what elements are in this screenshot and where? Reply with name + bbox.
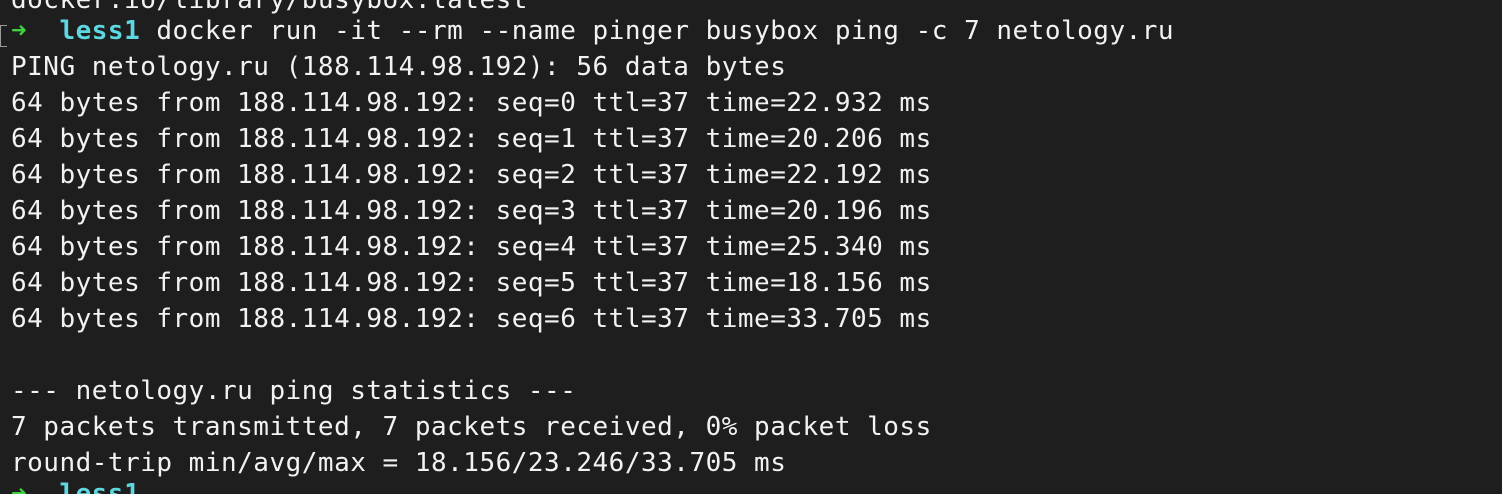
ping-reply-line: 64 bytes from 188.114.98.192: seq=5 ttl=… bbox=[11, 268, 932, 298]
prompt-arrow-icon: ➜ bbox=[11, 16, 28, 46]
ping-reply-line: 64 bytes from 188.114.98.192: seq=6 ttl=… bbox=[11, 304, 932, 334]
ping-reply-line: 64 bytes from 188.114.98.192: seq=3 ttl=… bbox=[11, 196, 932, 226]
prompt-directory: less1 bbox=[59, 16, 141, 46]
packets-summary: 7 packets transmitted, 7 packets receive… bbox=[11, 412, 932, 442]
terminal-window[interactable]: docker.io/library/busybox:latest ➜ less1… bbox=[0, 0, 1502, 494]
prompt-directory: less1 bbox=[59, 479, 141, 494]
ping-reply-line: 64 bytes from 188.114.98.192: seq=1 ttl=… bbox=[11, 124, 932, 154]
ping-reply-line: 64 bytes from 188.114.98.192: seq=4 ttl=… bbox=[11, 232, 932, 262]
ping-header: PING netology.ru (188.114.98.192): 56 da… bbox=[11, 52, 787, 82]
command-line: ➜ less1 docker run -it --rm --name pinge… bbox=[11, 13, 1174, 49]
next-prompt-line: ➜ less1 bbox=[11, 476, 140, 494]
ping-reply-line: 64 bytes from 188.114.98.192: seq=2 ttl=… bbox=[11, 160, 932, 190]
command-text: docker run -it --rm --name pinger busybo… bbox=[156, 16, 1175, 46]
ping-stats-header: --- netology.ru ping statistics --- bbox=[11, 376, 577, 406]
mark-indicator-icon bbox=[0, 25, 7, 47]
prompt-arrow-icon: ➜ bbox=[11, 479, 28, 494]
ping-reply-line: 64 bytes from 188.114.98.192: seq=0 ttl=… bbox=[11, 88, 932, 118]
